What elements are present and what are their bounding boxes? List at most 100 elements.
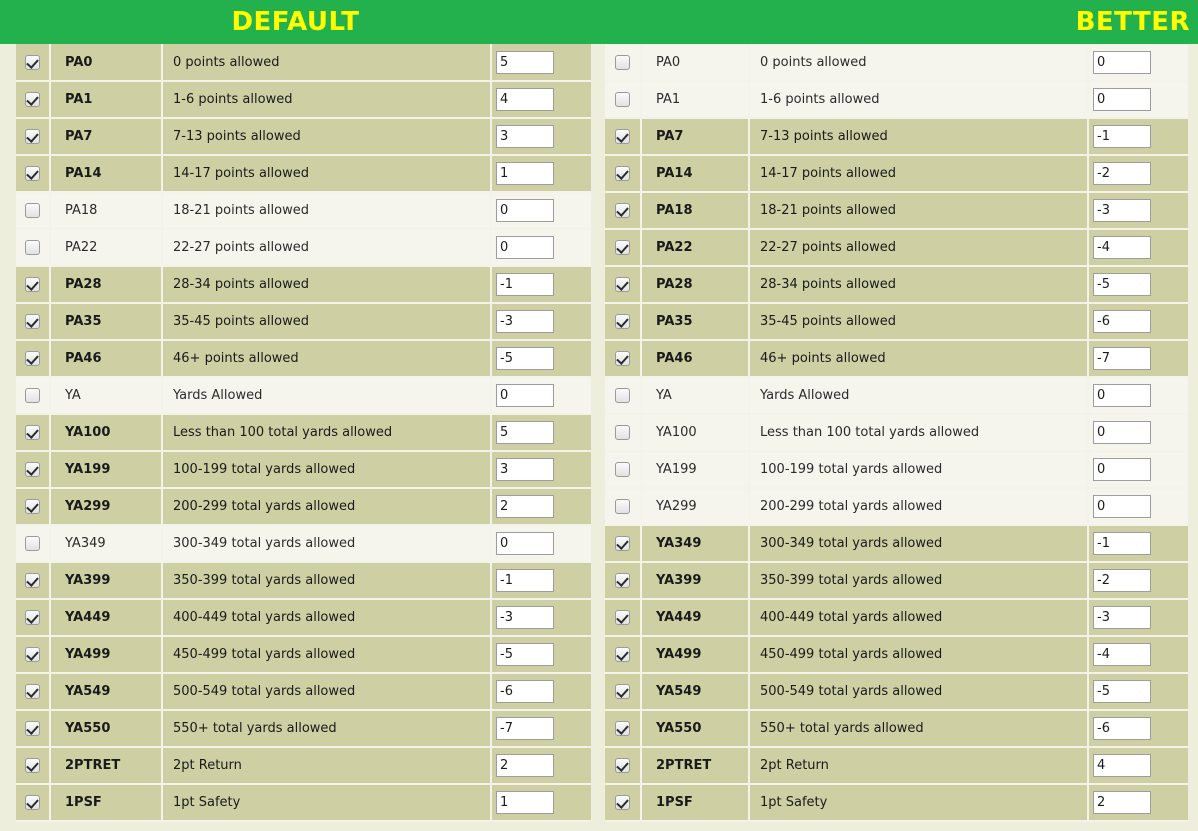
better-pa35-points-input[interactable]: [1093, 310, 1151, 333]
checkbox-cell: [16, 488, 50, 525]
enable-better-pa46-checkbox[interactable]: [615, 351, 630, 366]
table-row: PA4646+ points allowed: [16, 340, 591, 377]
better-ya349-points-input[interactable]: [1093, 532, 1151, 555]
header-band: DEFAULT BETTER: [0, 0, 1198, 44]
better-ya499-points-input[interactable]: [1093, 643, 1151, 666]
default-ya100-points-input[interactable]: [496, 421, 554, 444]
enable-better-ya199-checkbox[interactable]: [615, 462, 630, 477]
enable-better-pa1-checkbox[interactable]: [615, 92, 630, 107]
enable-better-pa0-checkbox[interactable]: [615, 55, 630, 70]
stat-code: YA399: [641, 562, 749, 599]
enable-default-pa7-checkbox[interactable]: [25, 129, 40, 144]
default-pa14-points-input[interactable]: [496, 162, 554, 185]
enable-better-ya550-checkbox[interactable]: [615, 721, 630, 736]
better-pa18-points-input[interactable]: [1093, 199, 1151, 222]
default-ya199-points-input[interactable]: [496, 458, 554, 481]
enable-default-ya399-checkbox[interactable]: [25, 573, 40, 588]
better-ya-points-input[interactable]: [1093, 384, 1151, 407]
better-pa0-points-input[interactable]: [1093, 51, 1151, 74]
checkbox-cell: [16, 44, 50, 81]
default-1psf-points-input[interactable]: [496, 791, 554, 814]
better-ya100-points-input[interactable]: [1093, 421, 1151, 444]
enable-better-ya449-checkbox[interactable]: [615, 610, 630, 625]
enable-better-1psf-checkbox[interactable]: [615, 795, 630, 810]
better-pa1-points-input[interactable]: [1093, 88, 1151, 111]
enable-default-1psf-checkbox[interactable]: [25, 795, 40, 810]
default-pa0-points-input[interactable]: [496, 51, 554, 74]
default-pa7-points-input[interactable]: [496, 125, 554, 148]
enable-default-2ptret-checkbox[interactable]: [25, 758, 40, 773]
better-pa22-points-input[interactable]: [1093, 236, 1151, 259]
default-pa35-points-input[interactable]: [496, 310, 554, 333]
points-cell: [491, 340, 591, 377]
enable-default-ya550-checkbox[interactable]: [25, 721, 40, 736]
enable-default-ya449-checkbox[interactable]: [25, 610, 40, 625]
points-cell: [491, 451, 591, 488]
default-ya299-points-input[interactable]: [496, 495, 554, 518]
table-row: YA199100-199 total yards allowed: [605, 451, 1188, 488]
enable-default-ya349-checkbox[interactable]: [25, 536, 40, 551]
enable-default-pa18-checkbox[interactable]: [25, 203, 40, 218]
default-pa1-points-input[interactable]: [496, 88, 554, 111]
default-ya399-points-input[interactable]: [496, 569, 554, 592]
enable-default-ya100-checkbox[interactable]: [25, 425, 40, 440]
better-pa28-points-input[interactable]: [1093, 273, 1151, 296]
enable-better-ya349-checkbox[interactable]: [615, 536, 630, 551]
enable-better-pa7-checkbox[interactable]: [615, 129, 630, 144]
better-ya399-points-input[interactable]: [1093, 569, 1151, 592]
enable-default-pa28-checkbox[interactable]: [25, 277, 40, 292]
default-pa46-points-input[interactable]: [496, 347, 554, 370]
default-pa22-points-input[interactable]: [496, 236, 554, 259]
table-row: YA499450-499 total yards allowed: [16, 636, 591, 673]
enable-better-pa18-checkbox[interactable]: [615, 203, 630, 218]
enable-better-ya399-checkbox[interactable]: [615, 573, 630, 588]
better-ya299-points-input[interactable]: [1093, 495, 1151, 518]
enable-better-ya-checkbox[interactable]: [615, 388, 630, 403]
enable-default-pa1-checkbox[interactable]: [25, 92, 40, 107]
enable-default-pa46-checkbox[interactable]: [25, 351, 40, 366]
enable-default-pa14-checkbox[interactable]: [25, 166, 40, 181]
enable-better-pa14-checkbox[interactable]: [615, 166, 630, 181]
stat-code: PA14: [50, 155, 162, 192]
enable-default-pa0-checkbox[interactable]: [25, 55, 40, 70]
enable-better-ya549-checkbox[interactable]: [615, 684, 630, 699]
stat-code: PA28: [641, 266, 749, 303]
default-ya549-points-input[interactable]: [496, 680, 554, 703]
better-pa7-points-input[interactable]: [1093, 125, 1151, 148]
stat-code: PA35: [641, 303, 749, 340]
stat-code: 1PSF: [641, 784, 749, 821]
better-pa14-points-input[interactable]: [1093, 162, 1151, 185]
enable-better-pa28-checkbox[interactable]: [615, 277, 630, 292]
default-ya-points-input[interactable]: [496, 384, 554, 407]
enable-default-pa22-checkbox[interactable]: [25, 240, 40, 255]
enable-default-ya-checkbox[interactable]: [25, 388, 40, 403]
enable-better-ya299-checkbox[interactable]: [615, 499, 630, 514]
points-cell: [1088, 118, 1188, 155]
default-ya349-points-input[interactable]: [496, 532, 554, 555]
default-ya499-points-input[interactable]: [496, 643, 554, 666]
enable-default-ya549-checkbox[interactable]: [25, 684, 40, 699]
enable-default-ya499-checkbox[interactable]: [25, 647, 40, 662]
default-pa28-points-input[interactable]: [496, 273, 554, 296]
enable-default-ya299-checkbox[interactable]: [25, 499, 40, 514]
enable-better-ya100-checkbox[interactable]: [615, 425, 630, 440]
better-ya449-points-input[interactable]: [1093, 606, 1151, 629]
better-pa46-points-input[interactable]: [1093, 347, 1151, 370]
default-ya550-points-input[interactable]: [496, 717, 554, 740]
enable-better-ya499-checkbox[interactable]: [615, 647, 630, 662]
table-row: YAYards Allowed: [605, 377, 1188, 414]
enable-better-pa35-checkbox[interactable]: [615, 314, 630, 329]
better-ya199-points-input[interactable]: [1093, 458, 1151, 481]
enable-better-pa22-checkbox[interactable]: [615, 240, 630, 255]
enable-better-2ptret-checkbox[interactable]: [615, 758, 630, 773]
points-cell: [1088, 525, 1188, 562]
enable-default-pa35-checkbox[interactable]: [25, 314, 40, 329]
default-ya449-points-input[interactable]: [496, 606, 554, 629]
better-ya550-points-input[interactable]: [1093, 717, 1151, 740]
default-pa18-points-input[interactable]: [496, 199, 554, 222]
better-1psf-points-input[interactable]: [1093, 791, 1151, 814]
default-2ptret-points-input[interactable]: [496, 754, 554, 777]
enable-default-ya199-checkbox[interactable]: [25, 462, 40, 477]
better-ya549-points-input[interactable]: [1093, 680, 1151, 703]
better-2ptret-points-input[interactable]: [1093, 754, 1151, 777]
